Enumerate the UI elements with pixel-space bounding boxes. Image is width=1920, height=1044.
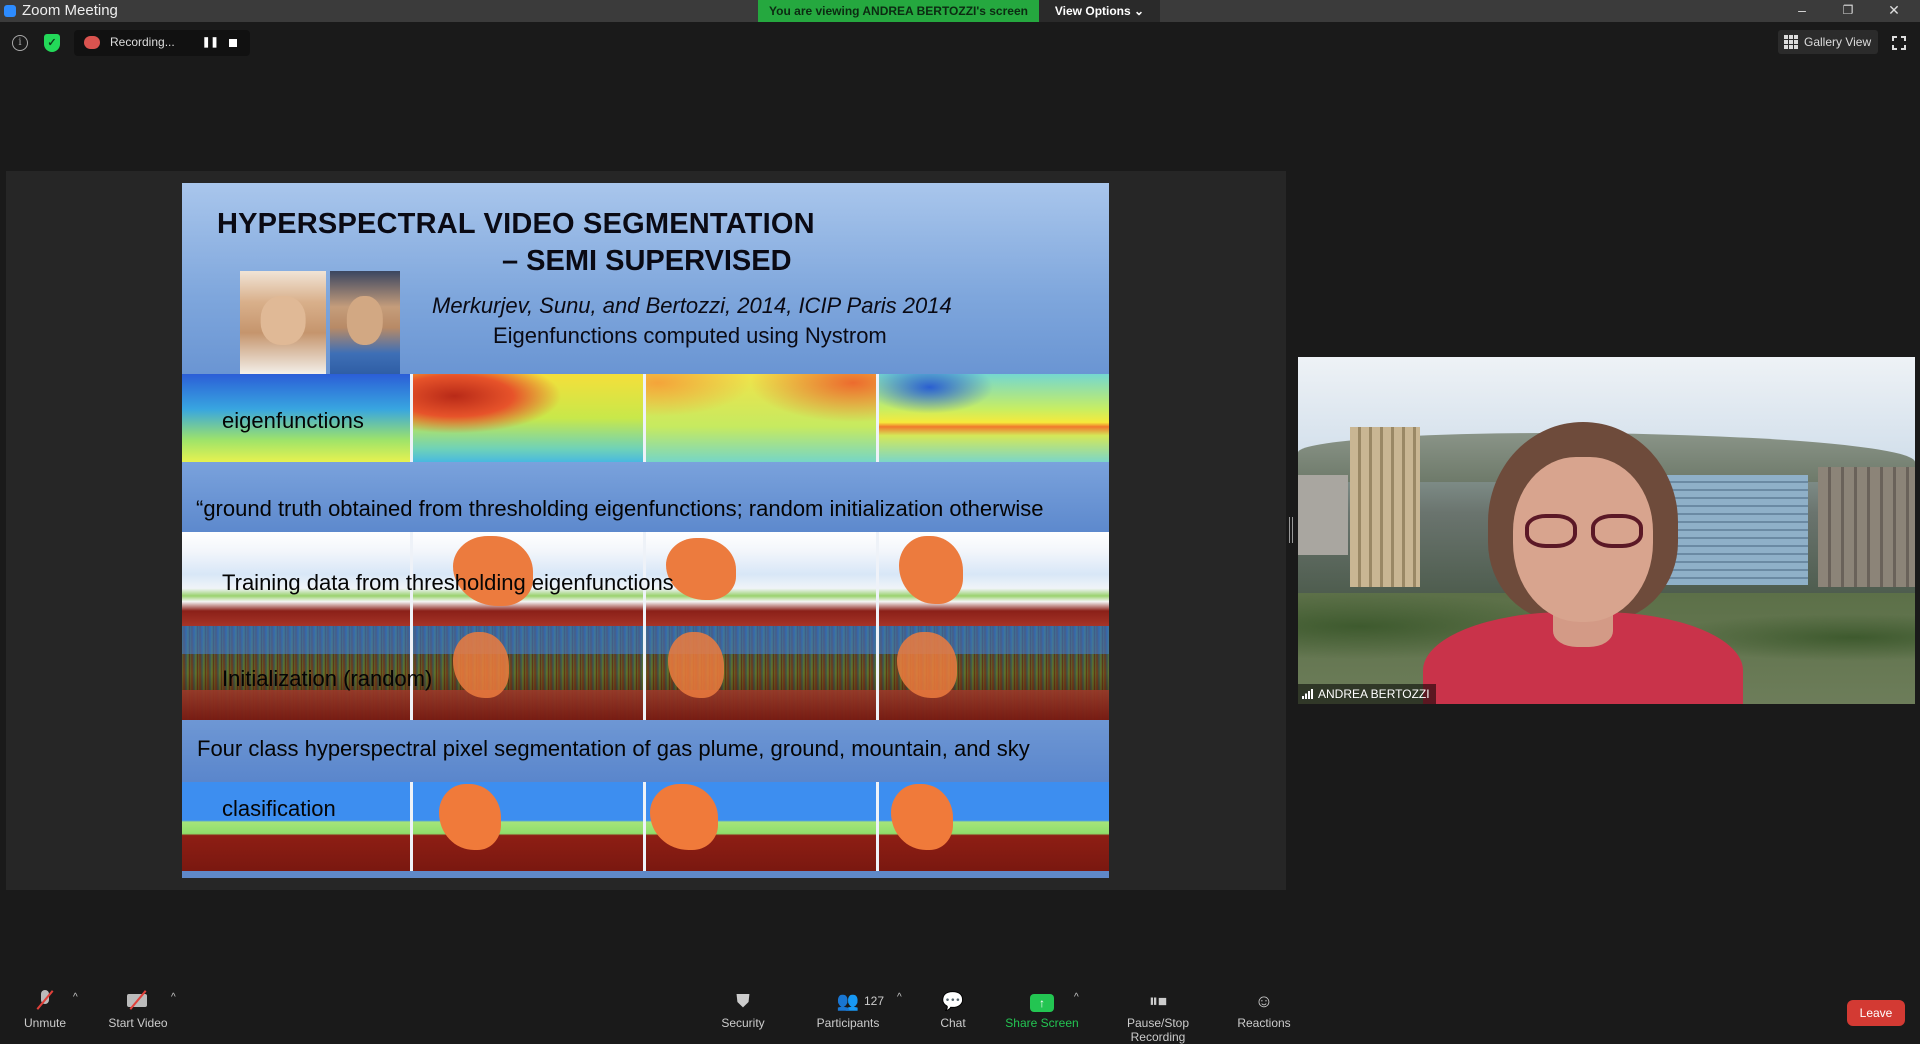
window-titlebar: Zoom Meeting You are viewing ANDREA BERT… [0, 0, 1920, 22]
reactions-button[interactable]: ☺ Reactions [1236, 990, 1292, 1030]
participant-video [1413, 422, 1753, 704]
training-image [879, 532, 1109, 626]
encryption-shield-icon[interactable]: ✓ [44, 34, 60, 52]
eigenfunction-image [646, 374, 876, 462]
muted-microphone-icon [34, 990, 56, 1010]
leave-button[interactable]: Leave [1847, 1000, 1905, 1026]
initialization-image [646, 626, 876, 720]
pause-recording-icon[interactable]: ❚❚ [202, 36, 219, 50]
slide-title-line1: HYPERSPECTRAL VIDEO SEGMENTATION [217, 208, 815, 240]
meeting-info-icon[interactable]: i [12, 35, 28, 51]
participants-label: Participants [816, 1016, 880, 1030]
reactions-label: Reactions [1237, 1016, 1291, 1030]
sharing-banner: You are viewing ANDREA BERTOZZI's screen [758, 0, 1039, 22]
start-video-button[interactable]: Start Video [106, 990, 170, 1030]
share-screen-icon: ↑ [1030, 994, 1054, 1012]
four-class-band: Four class hyperspectral pixel segmentat… [182, 720, 1109, 782]
unmute-button[interactable]: Unmute [22, 990, 68, 1030]
training-label: Training data from thresholding eigenfun… [222, 570, 674, 595]
minimize-button[interactable]: – [1782, 0, 1822, 22]
share-options-caret[interactable]: ^ [1074, 992, 1079, 1003]
eigenfunction-image [879, 374, 1109, 462]
grid-icon [1784, 35, 1798, 49]
cloud-recording-icon [84, 36, 100, 49]
recording-indicator: Recording... ❚❚ [74, 30, 250, 56]
initialization-image [879, 626, 1109, 720]
ground-truth-band: “ground truth obtained from thresholding… [182, 462, 1109, 532]
classification-row: clasification [182, 782, 1109, 871]
training-row: Training data from thresholding eigenfun… [182, 532, 1109, 626]
initialization-label: Initialization (random) [222, 666, 433, 691]
pause-stop-icon: ⏸⏹ [1149, 991, 1167, 1011]
eigenfunction-image [413, 374, 643, 462]
classification-image [879, 782, 1109, 871]
video-options-caret[interactable]: ^ [171, 992, 176, 1003]
stop-recording-icon[interactable] [226, 36, 240, 50]
close-button[interactable]: ✕ [1874, 0, 1914, 22]
chat-button[interactable]: 💬 Chat [938, 990, 968, 1030]
video-off-icon [127, 990, 149, 1010]
unmute-label: Unmute [23, 1016, 67, 1030]
participant-video-tile[interactable]: ANDREA BERTOZZI [1298, 357, 1915, 704]
slide-citation: Merkurjev, Sunu, and Bertozzi, 2014, ICI… [432, 293, 952, 318]
presentation-slide: HYPERSPECTRAL VIDEO SEGMENTATION – SEMI … [182, 183, 1109, 878]
signal-strength-icon [1302, 689, 1314, 699]
security-button[interactable]: ⛊ Security [718, 990, 768, 1030]
chevron-down-icon: ⌄ [1134, 4, 1145, 18]
author-photo-man [330, 271, 400, 374]
security-label: Security [721, 1016, 765, 1030]
ground-truth-text: “ground truth obtained from thresholding… [196, 496, 1044, 521]
fullscreen-icon[interactable] [1891, 35, 1907, 51]
slide-subline: Eigenfunctions computed using Nystrom [493, 323, 887, 348]
shared-screen: HYPERSPECTRAL VIDEO SEGMENTATION – SEMI … [6, 171, 1286, 890]
classification-image [646, 782, 876, 871]
participant-name: ANDREA BERTOZZI [1318, 687, 1430, 701]
recording-label: Recording... [110, 35, 175, 49]
eigenfunctions-row: eigenfunctions [182, 374, 1109, 462]
author-photo-woman [240, 271, 326, 374]
pause-stop-recording-button[interactable]: ⏸⏹ Pause/Stop Recording [1098, 990, 1218, 1044]
gallery-view-button[interactable]: Gallery View [1778, 30, 1878, 54]
initialization-row: Initialization (random) [182, 626, 1109, 720]
gallery-view-label: Gallery View [1804, 35, 1872, 49]
panel-splitter-handle[interactable] [1289, 517, 1293, 543]
view-options-label: View Options [1054, 4, 1131, 18]
start-video-label: Start Video [108, 1016, 168, 1030]
view-options-button[interactable]: View Options ⌄ [1039, 0, 1160, 22]
chat-bubble-icon: 💬 [941, 991, 965, 1011]
eigenfunctions-label: eigenfunctions [222, 408, 364, 433]
slide-title-line2: – SEMI SUPERVISED [502, 245, 792, 277]
chat-label: Chat [940, 1016, 966, 1030]
share-screen-label: Share Screen [1005, 1016, 1079, 1030]
classification-image [413, 782, 643, 871]
reactions-icon: ☺ [1254, 991, 1274, 1011]
training-image [646, 532, 876, 626]
classification-label: clasification [222, 796, 336, 821]
initialization-image [413, 626, 643, 720]
shield-icon: ⛊ [736, 991, 750, 1011]
zoom-app-icon [4, 5, 16, 17]
share-screen-button[interactable]: ↑ Share Screen [1004, 990, 1080, 1030]
participants-options-caret[interactable]: ^ [897, 992, 902, 1003]
four-class-text: Four class hyperspectral pixel segmentat… [197, 736, 1030, 761]
participant-name-label: ANDREA BERTOZZI [1298, 684, 1436, 704]
meeting-topbar: i ✓ Recording... ❚❚ Gallery View [0, 28, 1920, 58]
window-title: Zoom Meeting [22, 2, 118, 19]
meeting-toolbar: Unmute ^ Start Video ^ ⛊ Security 👥 Part… [0, 970, 1920, 1044]
participant-count: 127 [864, 994, 885, 1008]
restore-button[interactable]: ❐ [1828, 0, 1868, 22]
audio-options-caret[interactable]: ^ [73, 992, 78, 1003]
